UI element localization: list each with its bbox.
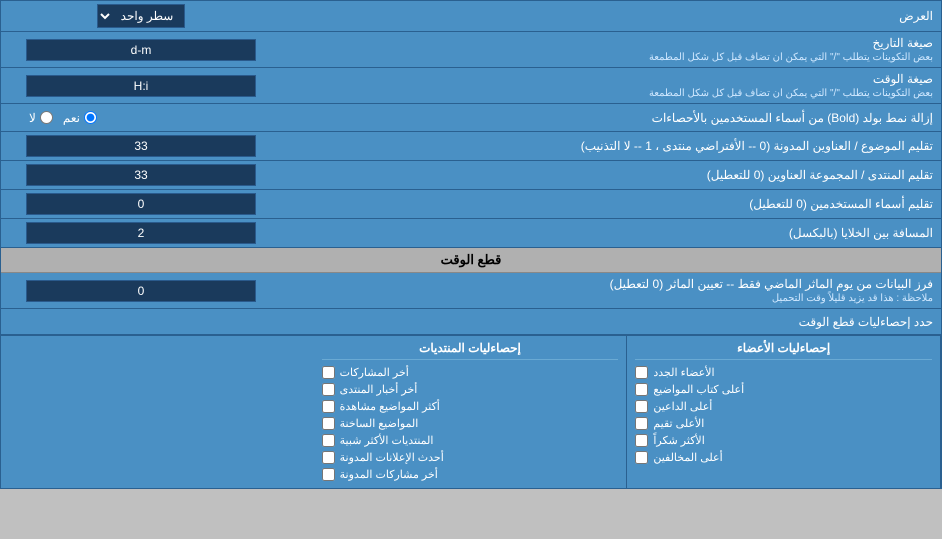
cutoff-input[interactable] (26, 280, 256, 302)
time-format-input-area (1, 72, 281, 100)
forum-title-row: تقليم المنتدى / المجموعة العناوين (0 للت… (1, 161, 941, 190)
check-top-violators: أعلى المخالفين (635, 449, 932, 466)
bold-options: نعم لا (9, 111, 97, 125)
display-select[interactable]: سطر واحدسطرانثلاثة أسطر (97, 4, 185, 28)
check-similar-forums: المنتديات الأكثر شبية (322, 432, 619, 449)
forum-title-input-area (1, 161, 281, 189)
time-format-row: صيغة الوقت بعض التكوينات يتطلب "/" التي … (1, 68, 941, 104)
username-row: تقليم أسماء المستخدمين (0 للتعطيل) (1, 190, 941, 219)
check-top-writers-input[interactable] (635, 383, 648, 396)
check-top-inviters-input[interactable] (635, 400, 648, 413)
check-top-rated: الأعلى تقيم (635, 415, 932, 432)
topic-title-input[interactable] (26, 135, 256, 157)
bold-yes-radio[interactable] (84, 111, 97, 124)
col-members-title: إحصاءليات الأعضاء (635, 341, 932, 360)
check-forum-news: أخر أخبار المنتدى (322, 381, 619, 398)
check-hot-topics-input[interactable] (322, 417, 335, 430)
check-most-thanked: الأكثر شكراً (635, 432, 932, 449)
check-top-inviters: أعلى الداعين (635, 398, 932, 415)
check-last-posts: أخر المشاركات (322, 364, 619, 381)
bold-yes-label[interactable]: نعم (63, 111, 97, 125)
topic-title-label: تقليم الموضوع / العناوين المدونة (0 -- ا… (281, 135, 941, 157)
cutoff-row: فرز البيانات من يوم الماثر الماضي فقط --… (1, 273, 941, 309)
check-latest-announcements: أحدث الإعلانات المدونة (322, 449, 619, 466)
check-last-posts-input[interactable] (322, 366, 335, 379)
display-label: العرض (281, 5, 941, 27)
check-new-members-input[interactable] (635, 366, 648, 379)
username-input[interactable] (26, 193, 256, 215)
settings-container: العرض سطر واحدسطرانثلاثة أسطر صيغة التار… (0, 0, 942, 489)
check-top-rated-input[interactable] (635, 417, 648, 430)
check-latest-announcements-input[interactable] (322, 451, 335, 464)
check-top-violators-input[interactable] (635, 451, 648, 464)
check-blog-posts: أخر مشاركات المدونة (322, 466, 619, 483)
bottom-section-title: حدد إحصاءليات قطع الوقت (9, 315, 933, 329)
check-new-members: الأعضاء الجدد (635, 364, 932, 381)
check-most-viewed-input[interactable] (322, 400, 335, 413)
col-forums: إحصاءليات المنتديات أخر المشاركات أخر أخ… (314, 336, 628, 488)
check-forum-news-input[interactable] (322, 383, 335, 396)
username-input-area (1, 190, 281, 218)
cutoff-section-header: قطع الوقت (1, 248, 941, 273)
cell-spacing-label: المسافة بين الخلايا (بالبكسل) (281, 222, 941, 244)
bold-label: إزالة نمط بولد (Bold) من أسماء المستخدمي… (97, 111, 933, 125)
cutoff-input-area (1, 277, 281, 305)
check-most-viewed: أكثر المواضيع مشاهدة (322, 398, 619, 415)
display-select-area: سطر واحدسطرانثلاثة أسطر (1, 1, 281, 31)
col-right-spacer (1, 336, 314, 488)
cell-spacing-input-area (1, 219, 281, 247)
cell-spacing-row: المسافة بين الخلايا (بالبكسل) (1, 219, 941, 248)
forum-title-input[interactable] (26, 164, 256, 186)
username-label: تقليم أسماء المستخدمين (0 للتعطيل) (281, 193, 941, 215)
time-format-input[interactable] (26, 75, 256, 97)
cutoff-label: فرز البيانات من يوم الماثر الماضي فقط --… (281, 273, 941, 308)
date-format-input-area (1, 36, 281, 64)
date-format-input[interactable] (26, 39, 256, 61)
date-format-row: صيغة التاريخ بعض التكوينات يتطلب "/" الت… (1, 32, 941, 68)
check-top-writers: أعلى كتاب المواضيع (635, 381, 932, 398)
bold-no-radio[interactable] (40, 111, 53, 124)
check-blog-posts-input[interactable] (322, 468, 335, 481)
col-forums-title: إحصاءليات المنتديات (322, 341, 619, 360)
check-similar-forums-input[interactable] (322, 434, 335, 447)
date-format-label: صيغة التاريخ بعض التكوينات يتطلب "/" الت… (281, 32, 941, 67)
bold-no-label[interactable]: لا (29, 111, 53, 125)
check-hot-topics: المواضيع الساخنة (322, 415, 619, 432)
col-members: إحصاءليات الأعضاء الأعضاء الجدد أعلى كتا… (627, 336, 941, 488)
cell-spacing-input[interactable] (26, 222, 256, 244)
bold-row: إزالة نمط بولد (Bold) من أسماء المستخدمي… (1, 104, 941, 132)
time-format-label: صيغة الوقت بعض التكوينات يتطلب "/" التي … (281, 68, 941, 103)
display-row: العرض سطر واحدسطرانثلاثة أسطر (1, 1, 941, 32)
checkbox-columns: إحصاءليات الأعضاء الأعضاء الجدد أعلى كتا… (1, 335, 941, 488)
topic-title-row: تقليم الموضوع / العناوين المدونة (0 -- ا… (1, 132, 941, 161)
forum-title-label: تقليم المنتدى / المجموعة العناوين (0 للت… (281, 164, 941, 186)
check-most-thanked-input[interactable] (635, 434, 648, 447)
topic-title-input-area (1, 132, 281, 160)
bottom-title-row: حدد إحصاءليات قطع الوقت (1, 309, 941, 335)
